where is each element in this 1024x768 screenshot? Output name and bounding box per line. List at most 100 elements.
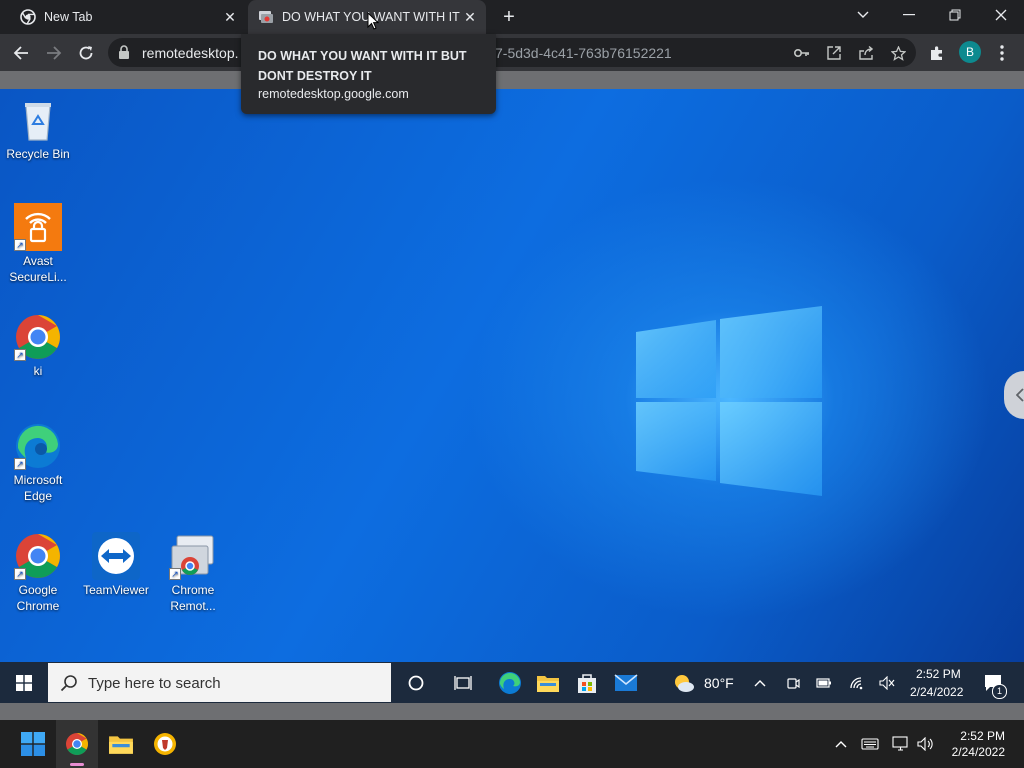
taskbar-file-explorer-button[interactable] <box>530 662 566 703</box>
desktop-icon-chrome-remote-desktop[interactable]: ↗ Chrome Remot... <box>156 532 230 614</box>
chevron-down-icon <box>857 11 869 18</box>
host-taskbar-chrome[interactable] <box>56 720 98 768</box>
taskbar-mail-button[interactable] <box>608 662 644 703</box>
remote-options-handle[interactable] <box>1004 371 1024 419</box>
cortana-button[interactable] <box>398 662 434 703</box>
remote-clock-date[interactable]: 2/24/2022 <box>910 685 963 699</box>
notification-count: 1 <box>992 684 1007 699</box>
shortcut-arrow-icon: ↗ <box>14 349 26 361</box>
more-vertical-icon <box>1000 45 1004 61</box>
remote-session-bottom-bar <box>0 703 1024 720</box>
tab-search-button[interactable] <box>840 0 886 30</box>
password-key-icon[interactable] <box>793 44 811 62</box>
shortcut-arrow-icon: ↗ <box>14 458 26 470</box>
desktop-icon-ki[interactable]: ↗ ki <box>1 313 75 379</box>
close-window-button[interactable] <box>978 0 1024 30</box>
desktop-icon-label: Microsoft Edge <box>13 473 63 503</box>
restore-button[interactable] <box>932 0 978 30</box>
remote-clock-time[interactable]: 2:52 PM <box>916 667 961 681</box>
tab-strip: New Tab ✕ DO WHAT YOU WANT WITH IT BUT D… <box>0 0 1024 34</box>
store-bag-icon <box>578 673 596 693</box>
mail-icon <box>614 673 638 691</box>
extensions-button[interactable] <box>926 42 948 64</box>
url-path: 7-5d3d-4c41-763b76152221 <box>495 45 672 61</box>
host-taskbar: 2:52 PM 2/24/2022 <box>0 720 1024 768</box>
weather-temperature[interactable]: 80°F <box>704 675 734 691</box>
keyboard-icon[interactable] <box>859 720 881 768</box>
volume-muted-icon[interactable] <box>876 662 898 703</box>
host-taskbar-browser[interactable] <box>150 720 180 768</box>
chrome-icon <box>20 9 36 25</box>
browser-toolbar: remotedesktop. 7-5d3d-4c41-763b76152221 <box>0 34 1024 71</box>
remote-taskbar: Type here to search 80°F 2:52 PM 2/24/20 <box>0 662 1024 703</box>
back-button[interactable] <box>10 42 32 64</box>
chrome-remote-desktop-icon: ↗ <box>169 532 217 580</box>
chrome-icon <box>66 733 88 755</box>
remote-search-box[interactable]: Type here to search <box>48 663 391 702</box>
remote-start-button[interactable] <box>0 662 48 703</box>
arrow-right-icon <box>47 46 62 60</box>
host-start-button[interactable] <box>18 720 48 768</box>
folder-icon <box>537 675 559 692</box>
minimize-button[interactable] <box>886 0 932 30</box>
desktop-icon-teamviewer[interactable]: TeamViewer <box>79 532 153 598</box>
folder-icon <box>109 736 133 754</box>
taskbar-store-button[interactable] <box>569 662 605 703</box>
reload-button[interactable] <box>75 42 97 64</box>
forward-button[interactable] <box>43 42 65 64</box>
edge-icon: ↗ <box>14 422 62 470</box>
desktop-icon-microsoft-edge[interactable]: ↗ Microsoft Edge <box>1 422 75 504</box>
restore-icon <box>949 9 961 21</box>
bookmark-star-icon[interactable] <box>889 44 907 62</box>
profile-avatar[interactable]: B <box>959 41 981 63</box>
tab-hover-tooltip: DO WHAT YOU WANT WITH IT BUT DONT DESTRO… <box>241 34 496 114</box>
desktop-icon-recycle-bin[interactable]: Recycle Bin <box>1 96 75 162</box>
meet-now-icon[interactable] <box>782 662 804 703</box>
tab-new-tab[interactable]: New Tab ✕ <box>8 0 246 34</box>
close-tab-icon[interactable]: ✕ <box>462 9 478 25</box>
avast-secureline-icon: ↗ <box>14 203 62 251</box>
task-view-icon <box>454 675 472 690</box>
volume-icon[interactable] <box>915 720 937 768</box>
task-view-button[interactable] <box>445 662 481 703</box>
share-icon[interactable] <box>857 44 875 62</box>
desktop-icon-label: TeamViewer <box>83 583 149 597</box>
remote-desktop-wallpaper[interactable]: Recycle Bin ↗ Avast SecureLi... ↗ ki ↗ M… <box>0 89 1024 662</box>
puzzle-icon <box>931 46 942 60</box>
show-hidden-icons-button[interactable] <box>749 662 771 703</box>
desktop-icon-label: Chrome Remot... <box>170 583 216 613</box>
wifi-icon[interactable] <box>846 662 868 703</box>
host-show-hidden-icons[interactable] <box>830 720 852 768</box>
recycle-bin-icon <box>14 96 62 144</box>
desktop-icon-google-chrome[interactable]: ↗ Google Chrome <box>1 532 75 614</box>
network-monitor-icon[interactable] <box>890 720 912 768</box>
shortcut-arrow-icon: ↗ <box>14 568 26 580</box>
host-taskbar-file-explorer[interactable] <box>104 720 138 768</box>
weather-icon[interactable] <box>672 662 696 703</box>
host-clock-time[interactable]: 2:52 PM <box>950 729 1005 743</box>
desktop-icon-label: Recycle Bin <box>6 147 70 161</box>
desktop-icon-label: Avast SecureLi... <box>9 254 67 284</box>
search-icon <box>60 675 77 692</box>
brave-browser-icon <box>154 733 176 755</box>
tooltip-url: remotedesktop.google.com <box>258 87 409 101</box>
url-host: remotedesktop. <box>142 45 239 61</box>
address-bar[interactable]: remotedesktop. 7-5d3d-4c41-763b76152221 <box>108 38 916 67</box>
arrow-left-icon <box>13 46 28 60</box>
cortana-circle-icon <box>408 675 424 690</box>
taskbar-edge-button[interactable] <box>492 662 528 703</box>
chrome-menu-button[interactable] <box>991 42 1013 64</box>
battery-icon[interactable] <box>813 662 835 703</box>
chevron-left-icon <box>1016 388 1024 402</box>
lock-icon[interactable] <box>118 45 130 59</box>
desktop-icon-avast-secureline[interactable]: ↗ Avast SecureLi... <box>1 203 75 285</box>
host-clock-date[interactable]: 2/24/2022 <box>944 745 1005 759</box>
action-center-button[interactable]: 1 <box>980 662 1007 703</box>
search-placeholder: Type here to search <box>88 675 221 692</box>
desktop-icon-label: Google Chrome <box>16 583 60 613</box>
new-tab-button[interactable]: + <box>499 7 519 27</box>
close-tab-icon[interactable]: ✕ <box>222 9 238 25</box>
tooltip-title: DO WHAT YOU WANT WITH IT BUT DONT DESTRO… <box>258 49 467 83</box>
chevron-up-icon <box>754 679 766 686</box>
open-in-app-icon[interactable] <box>825 44 843 62</box>
